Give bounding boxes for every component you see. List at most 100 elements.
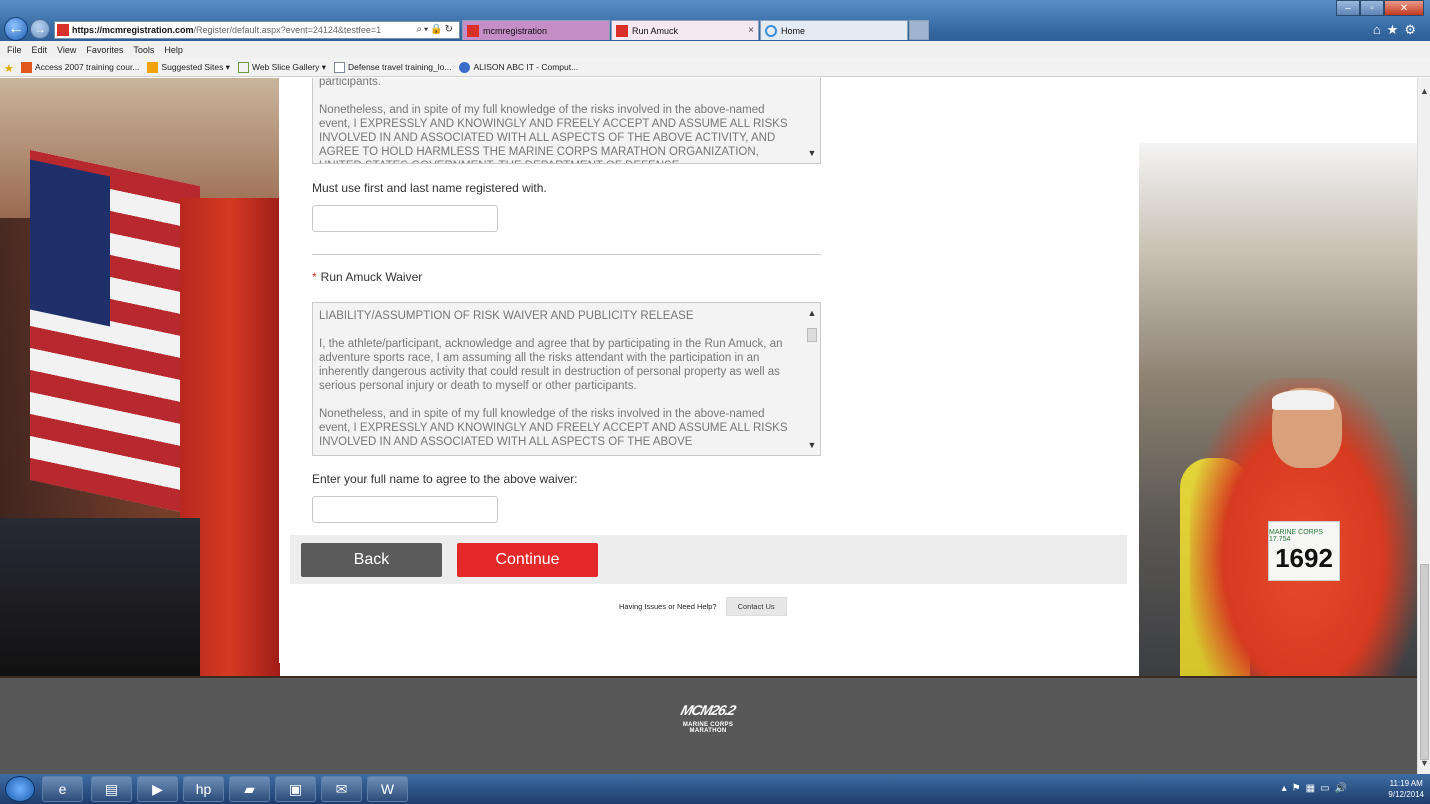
nav-buttons: ← → [4, 17, 50, 41]
browser-forward-button[interactable]: → [30, 19, 50, 39]
outlook-taskbar-icon[interactable]: ✉ [321, 776, 362, 802]
address-bar[interactable]: https://mcmregistration.com/Register/def… [54, 21, 460, 39]
start-button[interactable] [5, 776, 35, 802]
run-amuck-waiver-textarea[interactable]: LIABILITY/ASSUMPTION OF RISK WAIVER AND … [312, 302, 821, 456]
minimize-icon[interactable]: – [1336, 0, 1360, 16]
clock-time: 11:19 AM [1389, 779, 1423, 788]
bing-icon [147, 61, 159, 73]
waiver-scrollbar[interactable]: ▼ [805, 79, 819, 162]
tab-label: Home [781, 25, 806, 36]
ie-toolbar-icons[interactable]: ⌂★⚙ [1373, 22, 1422, 38]
address-path: /Register/default.aspx?event=24124&testf… [193, 25, 382, 35]
browser-back-button[interactable]: ← [4, 17, 28, 41]
scroll-thumb[interactable] [807, 328, 817, 342]
waiver-paragraph: I, the athlete/participant, acknowledge … [319, 338, 783, 392]
section-divider [312, 254, 821, 255]
page-scrollbar[interactable]: ▲ ▼ [1417, 78, 1430, 774]
runner-visor-image [1272, 390, 1334, 410]
clock[interactable]: 11:19 AM 9/12/2014 [1388, 778, 1424, 800]
new-tab-button[interactable] [909, 20, 929, 40]
help-text: Having Issues or Need Help? [619, 602, 717, 611]
registered-name-input[interactable] [312, 205, 498, 232]
required-asterisk: * [312, 270, 317, 284]
name-note-label: Must use first and last name registered … [312, 181, 547, 195]
fav-web-slice-gallery[interactable]: Web Slice Gallery ▾ [237, 61, 326, 73]
tab-label: Run Amuck [632, 25, 679, 36]
favorites-bar: ★ Access 2007 training cour... Suggested… [0, 58, 1430, 77]
folder-taskbar-icon[interactable]: ▰ [229, 776, 270, 802]
registration-card: participants. Nonetheless, and in spite … [279, 78, 1139, 663]
menu-view[interactable]: View [57, 45, 76, 55]
address-tools-icon[interactable]: ⌕▾🔒↻ [416, 24, 455, 35]
web-slice-icon [237, 61, 249, 73]
fav-label: ALISON ABC IT - Comput... [473, 62, 579, 72]
fav-label: Suggested Sites ▾ [161, 61, 230, 72]
fav-alison[interactable]: ALISON ABC IT - Comput... [459, 61, 579, 73]
waiver-scrollbar[interactable]: ▲ ▼ [805, 304, 819, 454]
tab-favicon-icon [616, 24, 628, 37]
waiver-paragraph: Nonetheless, and in spite of my full kno… [319, 408, 788, 448]
tab-favicon-icon [467, 24, 479, 37]
page-scroll-thumb[interactable] [1420, 564, 1429, 760]
scroll-down-icon[interactable]: ▼ [805, 146, 819, 160]
fav-label: Web Slice Gallery ▾ [251, 61, 326, 72]
fav-label: Access 2007 training cour... [35, 62, 140, 72]
menu-help[interactable]: Help [164, 45, 183, 55]
scroll-up-icon[interactable]: ▲ [805, 306, 819, 320]
tab-run-amuck[interactable]: Run Amuck × [611, 20, 759, 40]
fav-defense-travel[interactable]: Defense travel training_lo... [333, 61, 452, 73]
agree-full-name-input[interactable] [312, 496, 498, 523]
menu-file[interactable]: File [7, 45, 22, 55]
tab-close-icon[interactable]: × [748, 25, 754, 36]
fav-suggested-sites[interactable]: Suggested Sites ▾ [147, 61, 230, 73]
scroll-up-icon[interactable]: ▲ [1420, 86, 1429, 96]
previous-waiver-textarea[interactable]: participants. Nonetheless, and in spite … [312, 78, 821, 164]
honor-guard-image [0, 518, 200, 678]
mcm-logo: MCM26.2 MARINE CORPS MARATHON [672, 702, 744, 758]
menu-edit[interactable]: Edit [32, 45, 48, 55]
agree-label: Enter your full name to agree to the abo… [312, 472, 578, 486]
window-taskbar-icon[interactable]: ▣ [275, 776, 316, 802]
browser-titlebar: ← → https://mcmregistration.com/Register… [0, 0, 1430, 41]
clock-date: 9/12/2014 [1388, 790, 1424, 799]
continue-button[interactable]: Continue [457, 543, 598, 577]
windows-taskbar: e ▤ ▶ hp ▰ ▣ ✉ W ▴⚑▦▭🔊 11:19 AM 9/12/201… [0, 774, 1430, 804]
waiver-paragraph: Nonetheless, and in spite of my full kno… [319, 104, 788, 163]
page-icon [333, 61, 345, 73]
ie-icon [765, 24, 777, 37]
back-button[interactable]: Back [301, 543, 442, 577]
media-player-taskbar-icon[interactable]: ▶ [137, 776, 178, 802]
system-tray-icons[interactable]: ▴⚑▦▭🔊 [1282, 783, 1352, 794]
restore-icon[interactable]: ▫ [1360, 0, 1384, 16]
explorer-taskbar-icon[interactable]: ▤ [91, 776, 132, 802]
bib-number: 1692 [1275, 542, 1333, 573]
contact-us-button[interactable]: Contact Us [725, 597, 787, 616]
close-icon[interactable]: ✕ [1384, 0, 1424, 16]
site-favicon-icon [57, 24, 69, 36]
logo-mark: MCM26.2 [679, 702, 737, 718]
fav-label: Defense travel training_lo... [347, 62, 452, 72]
window-controls: – ▫ ✕ [1336, 0, 1424, 16]
help-row: Having Issues or Need Help? Contact Us [619, 597, 787, 616]
menu-favorites[interactable]: Favorites [86, 45, 123, 55]
scroll-down-icon[interactable]: ▼ [805, 438, 819, 452]
menu-tools[interactable]: Tools [133, 45, 154, 55]
address-host: https://mcmregistration.com [72, 25, 194, 35]
menu-bar: File Edit View Favorites Tools Help [0, 41, 1430, 58]
favorites-star-icon[interactable]: ★ [4, 62, 18, 75]
office-icon [21, 61, 32, 73]
us-flag-canton [30, 159, 110, 327]
waiver-title: LIABILITY/ASSUMPTION OF RISK WAIVER AND … [319, 310, 694, 322]
word-taskbar-icon[interactable]: W [367, 776, 408, 802]
tab-mcmregistration[interactable]: mcmregistration [462, 20, 610, 40]
hp-taskbar-icon[interactable]: hp [183, 776, 224, 802]
button-bar: Back Continue [290, 535, 1127, 584]
tab-home[interactable]: Home [760, 20, 908, 40]
alison-icon [459, 61, 471, 73]
tab-label: mcmregistration [483, 25, 548, 36]
ie-taskbar-icon[interactable]: e [42, 776, 83, 802]
waiver2-heading: * Run Amuck Waiver [312, 270, 422, 284]
fav-access-training[interactable]: Access 2007 training cour... [21, 61, 140, 73]
waiver2-label: Run Amuck Waiver [320, 270, 423, 284]
scroll-down-icon[interactable]: ▼ [1420, 758, 1429, 768]
